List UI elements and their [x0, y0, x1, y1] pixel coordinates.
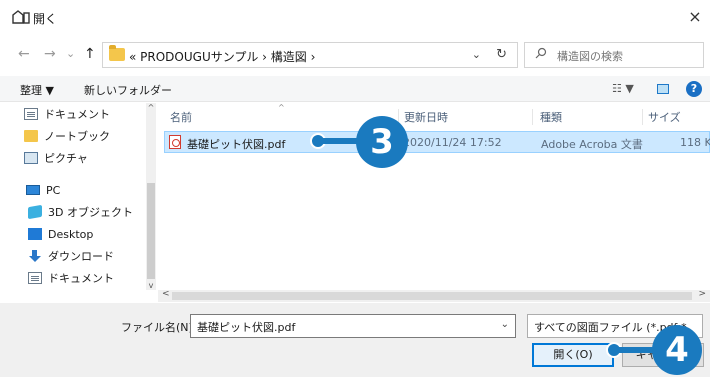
- dialog-footer: ファイル名(N): 基礎ピット伏図.pdf ⌄ すべての図面ファイル (*.pd…: [0, 303, 710, 377]
- filename-input[interactable]: 基礎ピット伏図.pdf ⌄: [190, 314, 516, 338]
- column-header-name[interactable]: 名前: [170, 109, 192, 125]
- column-header-date[interactable]: 更新日時: [404, 109, 448, 125]
- recent-locations-icon[interactable]: ⌄: [66, 47, 75, 60]
- nav-item-3d-objects[interactable]: 3D オブジェクト: [28, 201, 133, 223]
- breadcrumb[interactable]: « PRODOUGUサンプル › 構造図 ›: [129, 48, 315, 65]
- back-button[interactable]: ←: [18, 46, 30, 62]
- file-row[interactable]: 基礎ピット伏図.pdf 2020/11/24 17:52 Adobe Acrob…: [164, 131, 710, 153]
- nav-item-documents[interactable]: ドキュメント: [24, 103, 110, 125]
- change-view-button[interactable]: ☷ ▼: [612, 82, 634, 95]
- 3d-objects-icon: [28, 204, 42, 220]
- nav-item-label: ドキュメント: [48, 272, 114, 285]
- scroll-thumb[interactable]: [147, 183, 155, 279]
- file-date: 2020/11/24 17:52: [403, 136, 502, 149]
- navigation-pane: ドキュメント ノートブック ピクチャ PC 3D オブジェクト Desktop …: [0, 103, 150, 290]
- scroll-up-arrow-icon[interactable]: ^: [146, 103, 156, 112]
- preview-pane-icon[interactable]: [657, 84, 669, 94]
- nav-item-label: ドキュメント: [44, 108, 110, 121]
- scroll-left-arrow-icon[interactable]: <: [162, 289, 170, 299]
- file-name: 基礎ピット伏図.pdf: [187, 138, 286, 151]
- horizontal-scrollbar[interactable]: < >: [158, 289, 710, 302]
- step-4-callout: 4: [652, 325, 702, 375]
- folder-icon: [24, 130, 38, 142]
- scroll-down-arrow-icon[interactable]: v: [146, 281, 156, 290]
- organize-button[interactable]: 整理 ▼: [20, 82, 54, 98]
- forward-button[interactable]: →: [44, 46, 56, 62]
- window-title: 開く: [33, 12, 58, 26]
- nav-item-label: ピクチャ: [44, 152, 88, 165]
- scroll-thumb[interactable]: [172, 292, 692, 300]
- filename-label: ファイル名(N):: [121, 321, 197, 334]
- nav-item-label: Desktop: [48, 227, 94, 241]
- nav-item-documents-2[interactable]: ドキュメント: [28, 267, 114, 289]
- sort-arrow-icon: ^: [278, 103, 285, 112]
- document-icon: [24, 108, 38, 120]
- search-icon: [535, 47, 547, 62]
- nav-scrollbar[interactable]: ^ v: [146, 103, 156, 290]
- close-button[interactable]: ×: [684, 6, 706, 28]
- pictures-icon: [24, 152, 38, 164]
- pc-icon: [26, 185, 40, 195]
- nav-item-pictures[interactable]: ピクチャ: [24, 147, 88, 169]
- column-header-type[interactable]: 種類: [540, 109, 562, 125]
- help-icon[interactable]: ?: [686, 81, 702, 97]
- nav-item-notebook[interactable]: ノートブック: [24, 125, 110, 147]
- scroll-right-arrow-icon[interactable]: >: [698, 289, 706, 299]
- title-bar: 開く ×: [0, 0, 710, 34]
- desktop-icon: [28, 228, 42, 240]
- column-header-size[interactable]: サイズ: [648, 109, 681, 125]
- app-icon: [12, 10, 30, 24]
- nav-item-label: PC: [46, 183, 61, 197]
- filename-value: 基礎ピット伏図.pdf: [197, 321, 296, 334]
- document-icon: [28, 272, 42, 284]
- refresh-icon[interactable]: ↻: [496, 47, 507, 62]
- file-size: 118 KB: [680, 136, 710, 149]
- search-box[interactable]: [524, 42, 704, 68]
- command-bar: 整理 ▼ 新しいフォルダー ☷ ▼ ?: [0, 76, 710, 102]
- file-list: 名前 ^ 更新日時 種類 サイズ 基礎ピット伏図.pdf 2020/11/24 …: [158, 103, 710, 290]
- file-type: Adobe Acroba 文書: [541, 138, 643, 151]
- column-divider[interactable]: [642, 109, 643, 125]
- search-input[interactable]: [557, 47, 697, 65]
- nav-item-label: 3D オブジェクト: [48, 206, 133, 219]
- pdf-icon: [169, 135, 181, 149]
- download-icon: [28, 250, 42, 262]
- nav-item-label: ダウンロード: [48, 250, 114, 263]
- up-button[interactable]: ↑: [84, 46, 96, 62]
- column-divider[interactable]: [532, 109, 533, 125]
- folder-icon: [109, 45, 125, 61]
- address-bar: ← → ⌄ ↑ « PRODOUGUサンプル › 構造図 › ⌄ ↻: [0, 34, 710, 74]
- chevron-down-icon[interactable]: ⌄: [501, 319, 509, 330]
- nav-item-desktop[interactable]: Desktop: [28, 223, 93, 245]
- nav-item-downloads[interactable]: ダウンロード: [28, 245, 114, 267]
- open-button[interactable]: 開く(O): [532, 343, 614, 367]
- step-3-callout: 3: [356, 116, 408, 168]
- new-folder-button[interactable]: 新しいフォルダー: [84, 82, 172, 98]
- address-box[interactable]: « PRODOUGUサンプル › 構造図 › ⌄ ↻: [102, 42, 518, 68]
- address-dropdown-icon[interactable]: ⌄: [472, 48, 481, 61]
- nav-item-label: ノートブック: [44, 130, 110, 143]
- nav-item-pc[interactable]: PC: [26, 179, 60, 201]
